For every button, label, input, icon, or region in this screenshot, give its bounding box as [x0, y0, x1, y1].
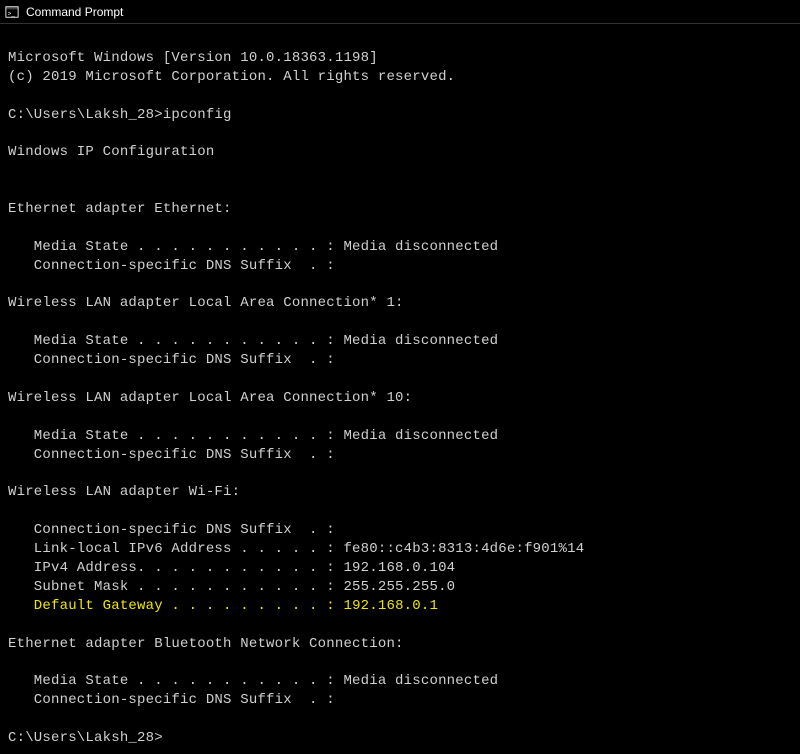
adapter-wifi-ipv6: Link-local IPv6 Address . . . . . : fe80… [8, 541, 584, 557]
adapter-bluetooth-title: Ethernet adapter Bluetooth Network Conne… [8, 636, 404, 652]
adapter-wifi-dns-suffix: Connection-specific DNS Suffix . : [8, 522, 335, 538]
command-prompt-line: C:\Users\Laksh_28>ipconfig [8, 107, 232, 123]
adapter-wlan10-dns-suffix: Connection-specific DNS Suffix . : [8, 447, 335, 463]
adapter-wifi-subnet: Subnet Mask . . . . . . . . . . . : 255.… [8, 579, 455, 595]
adapter-wlan10-media-state: Media State . . . . . . . . . . . : Medi… [8, 428, 498, 444]
ipconfig-header: Windows IP Configuration [8, 144, 214, 160]
titlebar[interactable]: >_ Command Prompt [0, 0, 800, 24]
version-text: Microsoft Windows [Version 10.0.18363.11… [8, 50, 378, 66]
cmd-icon: >_ [4, 4, 20, 20]
adapter-wifi-gateway-value: 192.168.0.1 [343, 598, 438, 614]
window-title: Command Prompt [26, 5, 123, 19]
adapter-ethernet-dns-suffix: Connection-specific DNS Suffix . : [8, 258, 335, 274]
adapter-wlan1-media-state: Media State . . . . . . . . . . . : Medi… [8, 333, 498, 349]
adapter-wlan1-dns-suffix: Connection-specific DNS Suffix . : [8, 352, 335, 368]
adapter-ethernet-media-state: Media State . . . . . . . . . . . : Medi… [8, 239, 498, 255]
adapter-bluetooth-media-state: Media State . . . . . . . . . . . : Medi… [8, 673, 498, 689]
copyright-text: (c) 2019 Microsoft Corporation. All righ… [8, 69, 455, 85]
adapter-wlan10-title: Wireless LAN adapter Local Area Connecti… [8, 390, 412, 406]
terminal-output[interactable]: Microsoft Windows [Version 10.0.18363.11… [0, 24, 800, 754]
adapter-wifi-gateway-label: Default Gateway . . . . . . . . . : [8, 598, 343, 614]
adapter-wifi-title: Wireless LAN adapter Wi-Fi: [8, 484, 240, 500]
adapter-wlan1-title: Wireless LAN adapter Local Area Connecti… [8, 295, 404, 311]
adapter-wifi-ipv4: IPv4 Address. . . . . . . . . . . : 192.… [8, 560, 455, 576]
svg-text:>_: >_ [8, 10, 16, 17]
adapter-bluetooth-dns-suffix: Connection-specific DNS Suffix . : [8, 692, 335, 708]
command-prompt-cursor: C:\Users\Laksh_28> [8, 730, 163, 746]
adapter-ethernet-title: Ethernet adapter Ethernet: [8, 201, 232, 217]
